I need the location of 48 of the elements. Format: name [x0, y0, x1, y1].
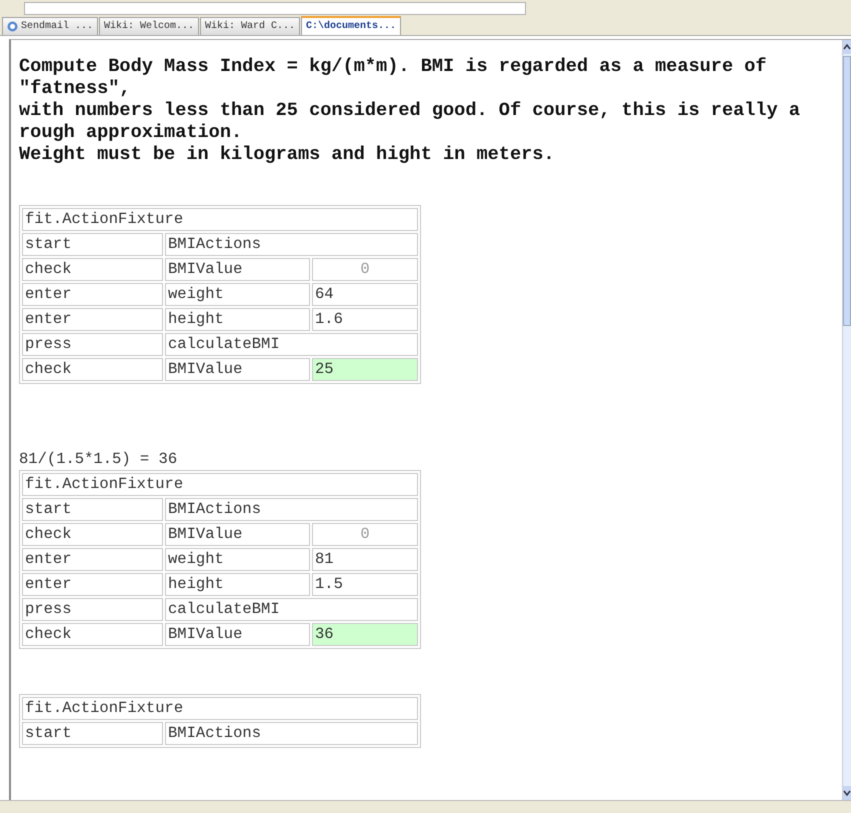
table-title: fit.ActionFixture	[22, 697, 418, 720]
intro-paragraph: with numbers less than 25 considered good. Of course, this is really a rough approximation.	[19, 100, 802, 144]
table-cell: BMIValue	[165, 623, 310, 646]
table-cell: check	[22, 523, 163, 546]
table-cell: 64	[312, 283, 418, 306]
table-cell: check	[22, 623, 163, 646]
table-cell: enter	[22, 308, 163, 331]
table-cell: start	[22, 233, 163, 256]
address-field[interactable]	[24, 2, 526, 14]
browser-tab[interactable]: C:\documents...	[301, 16, 402, 35]
scrollbar-thumb[interactable]	[843, 56, 851, 326]
table-cell: enter	[22, 548, 163, 571]
table-cell: BMIValue	[165, 358, 310, 381]
browser-tab[interactable]: Sendmail ...	[2, 17, 98, 35]
intro-paragraph: Weight must be in kilograms and hight in meters.	[19, 144, 556, 166]
table-cell: 81	[312, 548, 418, 571]
table-cell: BMIValue	[165, 258, 310, 281]
table-cell: weight	[165, 548, 310, 571]
table-cell: 0	[312, 523, 418, 546]
table-cell: height	[165, 308, 310, 331]
table-cell: press	[22, 333, 163, 356]
table-title: fit.ActionFixture	[22, 208, 418, 231]
table-cell: BMIActions	[165, 498, 418, 521]
table-cell: check	[22, 258, 163, 281]
scrollbar[interactable]	[842, 40, 851, 800]
table-cell: weight	[165, 283, 310, 306]
table-title: fit.ActionFixture	[22, 473, 418, 496]
table-cell: 1.6	[312, 308, 418, 331]
browser-tab[interactable]: Wiki: Ward C...	[200, 17, 300, 35]
page-icon	[7, 21, 18, 32]
formula-caption: 81/(1.5*1.5) = 36	[19, 450, 178, 468]
table-cell: enter	[22, 283, 163, 306]
table-cell: enter	[22, 573, 163, 596]
table-cell: 36	[312, 623, 418, 646]
browser-tab[interactable]: Wiki: Welcom...	[99, 17, 200, 35]
table-cell: BMIActions	[165, 233, 418, 256]
table-cell: height	[165, 573, 310, 596]
table-cell: BMIActions	[165, 722, 418, 745]
table-cell: 0	[312, 258, 418, 281]
table-cell: 1.5	[312, 573, 418, 596]
table-cell: start	[22, 498, 163, 521]
table-cell: calculateBMI	[165, 598, 418, 621]
table-cell: calculateBMI	[165, 333, 418, 356]
table-cell: start	[22, 722, 163, 745]
table-cell: check	[22, 358, 163, 381]
table-cell: BMIValue	[165, 523, 310, 546]
table-cell: 25	[312, 358, 418, 381]
table-cell: press	[22, 598, 163, 621]
